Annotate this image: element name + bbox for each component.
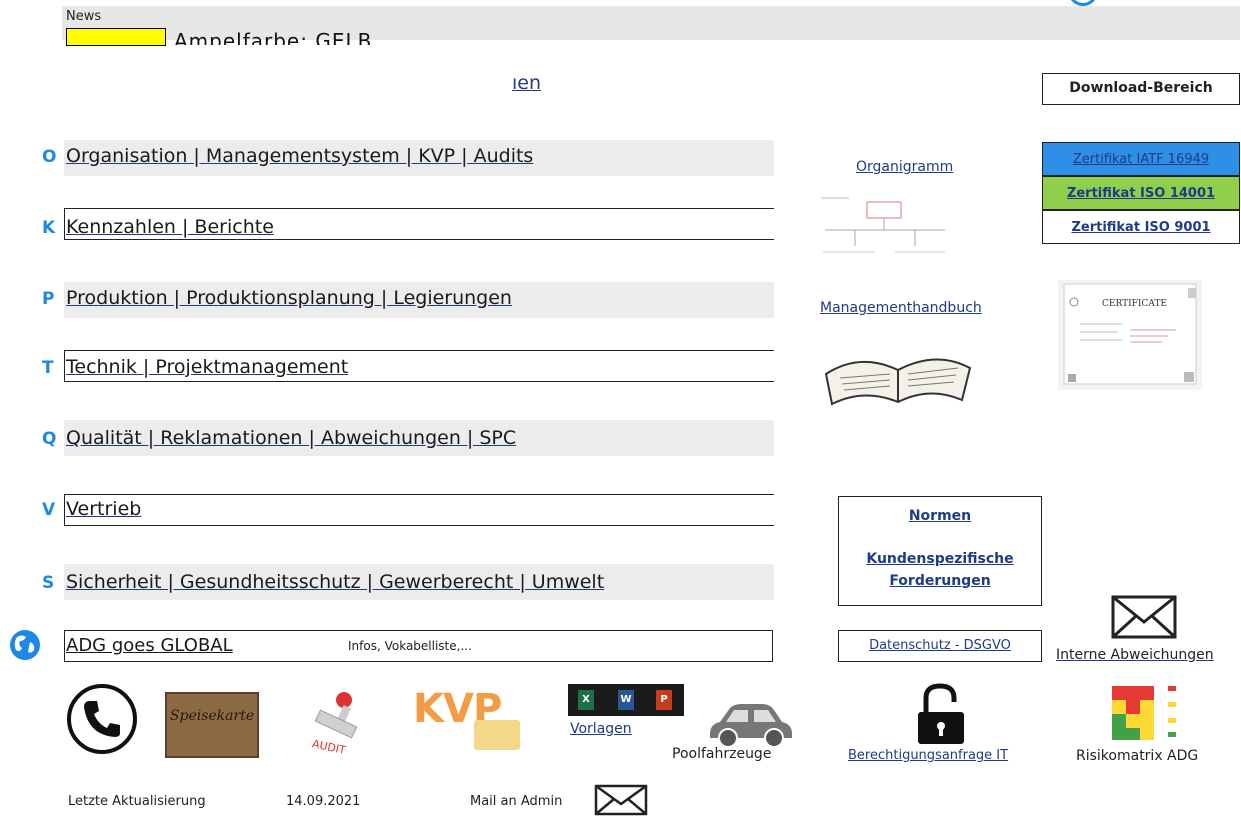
excel-icon[interactable]: X (578, 690, 594, 710)
phone-icon[interactable] (66, 683, 138, 755)
normen-link[interactable]: Normen (838, 508, 1042, 524)
global-link[interactable]: ADG goes GLOBAL (66, 635, 233, 656)
last-updated-date: 14.09.2021 (286, 794, 361, 809)
news-label: News (66, 9, 102, 24)
category-row-vertrieb (64, 494, 774, 526)
category-link-qualitaet[interactable]: Qualität | Reklamationen | Abweichungen … (66, 427, 516, 449)
mail-admin-label: Mail an Admin (470, 794, 563, 809)
book-icon[interactable] (820, 330, 975, 410)
category-letter-v: V (42, 500, 56, 520)
last-updated-label: Letzte Aktualisierung (68, 794, 206, 809)
cert-iso14001-link[interactable]: Zertifikat ISO 14001 (1042, 176, 1240, 210)
audit-stamp-label: AUDIT (311, 737, 347, 754)
word-icon[interactable]: W (618, 690, 634, 710)
handbuch-link[interactable]: Managementhandbuch (820, 300, 982, 316)
datenschutz-link[interactable]: Datenschutz - DSGVO (838, 638, 1042, 653)
organigramm-link[interactable]: Organigramm (856, 159, 953, 175)
category-letter-p: P (42, 289, 55, 309)
risikomatrix-label[interactable]: Risikomatrix ADG (1076, 748, 1198, 764)
speisekarte-label: Speisekarte (169, 708, 255, 724)
powerpoint-icon[interactable]: P (656, 690, 672, 710)
vorlagen-link[interactable]: Vorlagen (570, 721, 632, 737)
speisekarte-image[interactable] (165, 692, 259, 758)
category-link-kennzahlen[interactable]: Kennzahlen | Berichte (66, 216, 274, 238)
kundenspezifische-link-line1[interactable]: Kundenspezifische (838, 551, 1042, 567)
mail-icon[interactable] (1110, 594, 1178, 640)
certificate-thumbnail[interactable]: CERTIFICATE (1058, 280, 1202, 390)
category-link-produktion[interactable]: Produktion | Produktionsplanung | Legier… (66, 287, 512, 309)
category-letter-o: O (42, 147, 57, 167)
news-text: Ampelfarbe: GELB (174, 29, 373, 45)
category-link-vertrieb[interactable]: Vertrieb (66, 498, 141, 520)
category-letter-s: S (42, 573, 55, 593)
mail-admin-icon[interactable] (594, 784, 648, 816)
poolfahrzeuge-label[interactable]: Poolfahrzeuge (672, 746, 771, 762)
category-link-technik[interactable]: Technik | Projektmanagement (66, 356, 348, 378)
organigram-thumbnail[interactable] (815, 190, 955, 268)
category-link-sicherheit[interactable]: Sicherheit | Gesundheitsschutz | Gewerbe… (66, 571, 604, 593)
global-subtitle: Infos, Vokabelliste,... (348, 639, 472, 653)
interne-abweichungen-link[interactable]: Interne Abweichungen (1056, 647, 1214, 663)
certificate-thumbnail-title: CERTIFICATE (1102, 299, 1167, 309)
traffic-light-swatch (66, 28, 166, 46)
kundenspezifische-link-line2[interactable]: Forderungen (838, 573, 1042, 589)
category-link-organisation[interactable]: Organisation | Managementsystem | KVP | … (66, 145, 533, 167)
partial-heading-link[interactable]: ıen (512, 72, 541, 94)
risk-matrix-icon[interactable] (1108, 682, 1186, 744)
globe-icon[interactable] (8, 628, 42, 662)
cert-iso9001-link[interactable]: Zertifikat ISO 9001 (1042, 210, 1240, 244)
audit-stamp-icon[interactable]: AUDIT (306, 688, 368, 754)
category-letter-t: T (42, 358, 54, 378)
download-heading: Download-Bereich (1069, 80, 1213, 96)
category-letter-q: Q (42, 429, 57, 449)
car-icon[interactable] (704, 700, 796, 750)
folder-icon (474, 720, 520, 750)
category-letter-k: K (42, 218, 56, 238)
berechtigungsanfrage-link[interactable]: Berechtigungsanfrage IT (848, 748, 1008, 763)
unlock-icon[interactable] (916, 682, 966, 746)
cert-iatf-link[interactable]: Zertifikat IATF 16949 (1042, 142, 1240, 176)
